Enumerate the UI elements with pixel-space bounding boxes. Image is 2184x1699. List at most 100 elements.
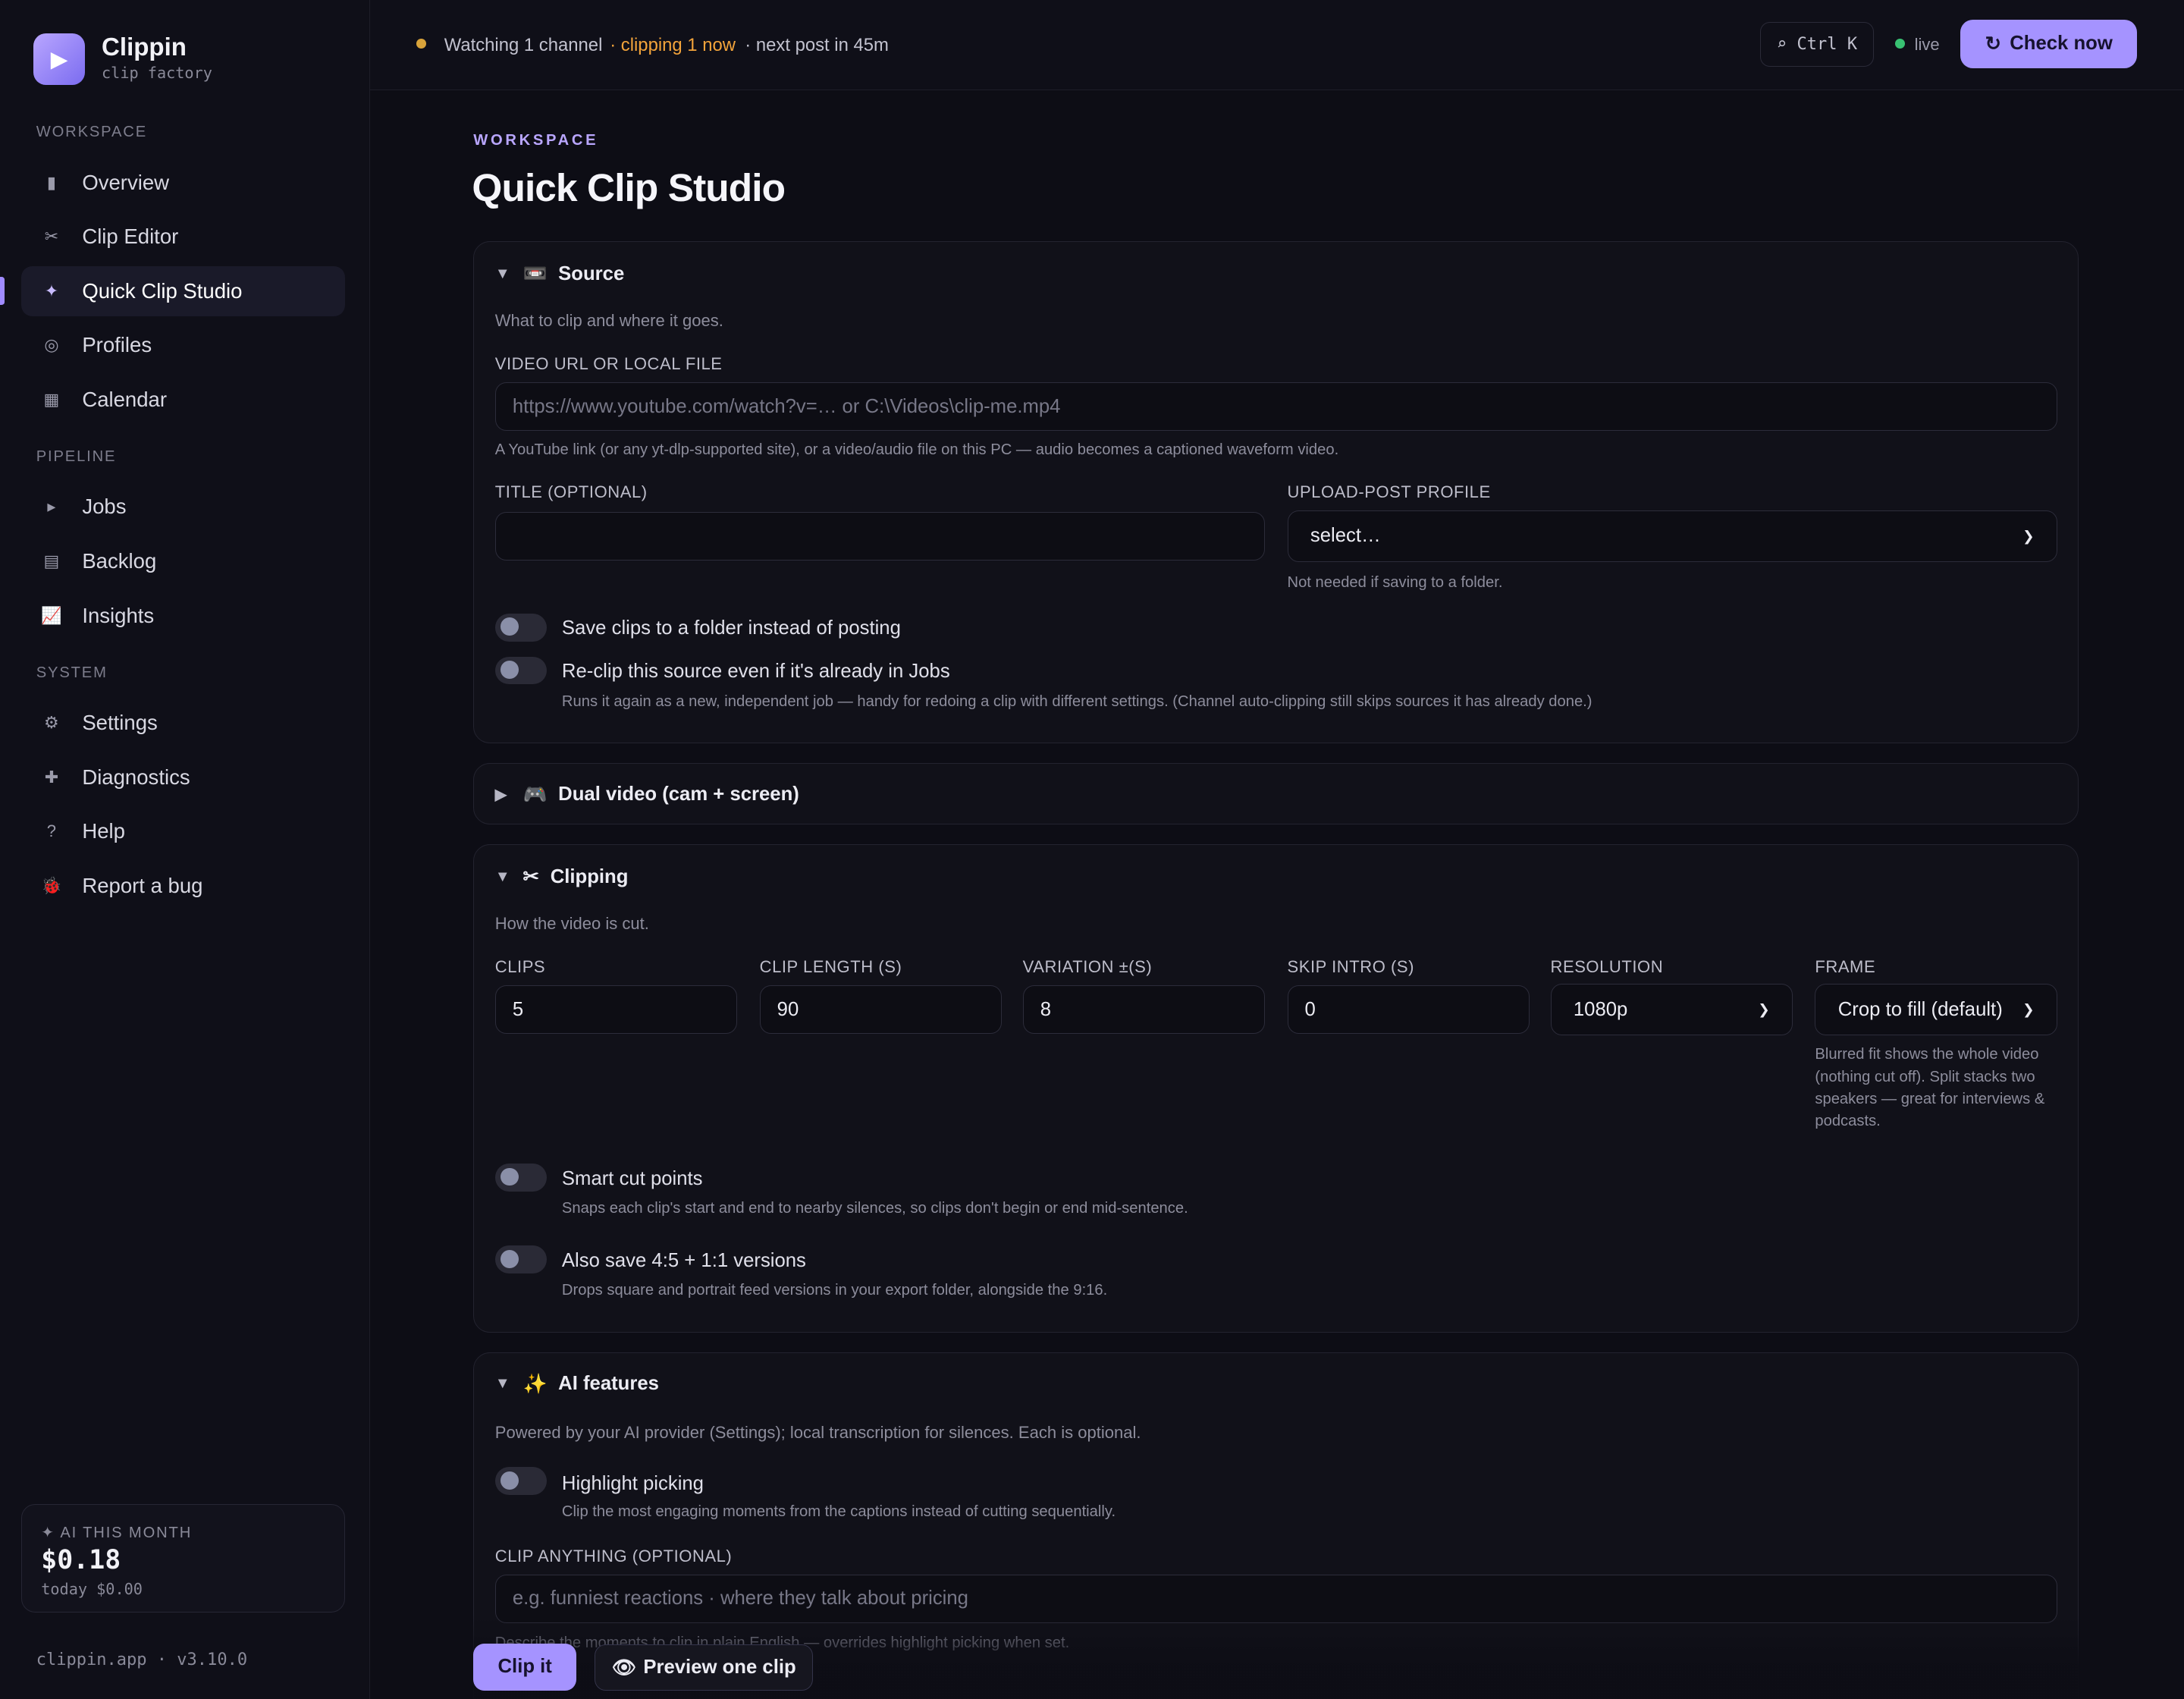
bug-icon: 🐞 — [41, 875, 62, 895]
title-input[interactable] — [494, 511, 1266, 561]
highlight-toggle[interactable] — [494, 1467, 547, 1496]
video-url-hint: A YouTube link (or any yt-dlp-supported … — [494, 441, 1339, 459]
chevron-down-icon: ▼ — [494, 1375, 510, 1393]
clipping-title: Clipping — [550, 865, 629, 887]
source-panel: ▼ 📼 Source What to clip and where it goes.… — [473, 240, 2079, 744]
page-eyebrow: WORKSPACE — [473, 132, 599, 149]
backlog-icon: ▤ — [43, 551, 60, 570]
sidebar-item-label: Settings — [82, 710, 158, 734]
ai-usage-card: ✦ AI THIS MONTH $0.18 today $0.00 — [20, 1503, 346, 1613]
smart-cut-label: Smart cut points — [561, 1167, 703, 1189]
check-now-label: Check now — [2010, 33, 2113, 55]
preview-label: Preview one clip — [643, 1657, 796, 1679]
reclip-label: Re-clip this source even if it's already… — [561, 661, 950, 683]
dual-video-panel[interactable]: ▶ 🎮 Dual video (cam + screen) — [473, 763, 2079, 824]
calendar-icon: ▦ — [43, 389, 60, 409]
frame-value: Crop to fill (default) — [1837, 998, 2003, 1020]
status-dot-icon — [416, 39, 426, 49]
status-clipping: · clipping 1 now — [610, 34, 736, 55]
clips-label: CLIPS — [494, 957, 546, 977]
reclip-toggle[interactable] — [494, 656, 547, 685]
sidebar-item-settings[interactable]: ⚙ Settings — [21, 698, 346, 748]
dual-video-header[interactable]: ▶ 🎮 Dual video (cam + screen) — [495, 784, 799, 806]
sidebar-item-diagnostics[interactable]: ✚ Diagnostics — [21, 752, 346, 802]
sidebar-item-jobs[interactable]: ▸ Jobs — [21, 482, 346, 532]
sidebar-item-label: Overview — [82, 170, 170, 194]
live-dot-icon — [1894, 39, 1905, 49]
source-description: What to clip and where it goes. — [494, 311, 723, 331]
app-tagline: clip factory — [102, 64, 212, 83]
sidebar-item-quick-clip-studio[interactable]: ✦ Quick Clip Studio — [20, 265, 346, 316]
sidebar-item-profiles[interactable]: ◎ Profiles — [21, 320, 346, 370]
sidebar-item-help[interactable]: ? Help — [21, 806, 346, 856]
clipping-panel-header[interactable]: ▼ ✂ Clipping — [495, 865, 629, 888]
page-title: Quick Clip Studio — [472, 165, 786, 209]
also-save-hint: Drops square and portrait feed versions … — [561, 1282, 1108, 1299]
status-watching: Watching 1 channel — [444, 34, 603, 55]
also-save-toggle[interactable] — [494, 1245, 547, 1274]
also-save-label: Also save 4:5 + 1:1 versions — [561, 1249, 806, 1271]
command-palette-button[interactable]: ⌕ Ctrl K — [1759, 22, 1875, 68]
title-label: TITLE (OPTIONAL) — [494, 482, 648, 502]
clip-anything-input[interactable]: e.g. funniest reactions · where they tal… — [494, 1574, 2057, 1623]
ai-features-title: AI features — [558, 1373, 659, 1395]
gear-icon: ⚙ — [44, 712, 59, 732]
sidebar-item-backlog[interactable]: ▤ Backlog — [21, 536, 346, 586]
variation-input[interactable]: 8 — [1022, 985, 1266, 1035]
sidebar-item-calendar[interactable]: ▦ Calendar — [21, 375, 346, 425]
smart-cut-hint: Snaps each clip's start and end to nearb… — [561, 1199, 1188, 1217]
sidebar-item-overview[interactable]: ▮ Overview — [21, 157, 346, 207]
ai-card-today: today $0.00 — [41, 1580, 143, 1599]
sidebar-item-label: Backlog — [82, 548, 157, 573]
section-workspace: WORKSPACE — [36, 124, 147, 141]
chevron-down-icon: ❯ — [2022, 527, 2035, 544]
video-url-input[interactable]: https://www.youtube.com/watch?v=… or C:\… — [494, 382, 2057, 432]
frame-select[interactable]: Crop to fill (default) ❯ — [1815, 984, 2057, 1036]
variation-label: VARIATION ±(S) — [1022, 957, 1153, 977]
chevron-down-icon: ❯ — [1758, 1001, 1770, 1018]
scissors-icon: ✂ — [44, 227, 59, 247]
dual-video-title: Dual video (cam + screen) — [558, 784, 799, 806]
profile-icon: ◎ — [44, 335, 59, 355]
resolution-label: RESOLUTION — [1550, 957, 1664, 977]
resolution-select[interactable]: 1080p ❯ — [1550, 984, 1793, 1036]
sidebar-item-insights[interactable]: 📈 Insights — [21, 590, 346, 640]
source-panel-header[interactable]: ▼ 📼 Source — [495, 262, 624, 285]
sidebar-item-label: Quick Clip Studio — [82, 278, 243, 303]
sidebar-item-label: Insights — [82, 603, 155, 627]
section-pipeline: PIPELINE — [36, 448, 117, 466]
sidebar-item-label: Profiles — [82, 333, 152, 357]
refresh-icon: ↻ — [1985, 33, 2002, 55]
save-folder-label: Save clips to a folder instead of postin… — [561, 617, 901, 639]
ai-card-title: ✦ AI THIS MONTH — [41, 1524, 193, 1541]
chevron-down-icon: ▼ — [494, 868, 510, 885]
smart-cut-toggle[interactable] — [494, 1164, 547, 1192]
version-label: clippin.app · v3.10.0 — [36, 1650, 248, 1669]
upload-profile-select[interactable]: select… ❯ — [1287, 510, 2057, 562]
sidebar: ▶ Clippin clip factory WORKSPACE ▮ Overvi… — [0, 0, 370, 1699]
frame-hint: Blurred fit shows the whole video (nothi… — [1815, 1046, 2045, 1130]
chevron-right-icon: ▶ — [494, 787, 507, 804]
sidebar-item-label: Report a bug — [82, 873, 203, 897]
section-system: SYSTEM — [36, 664, 108, 681]
video-url-label: VIDEO URL OR LOCAL FILE — [494, 354, 723, 374]
sidebar-item-label: Diagnostics — [82, 765, 190, 789]
ai-features-header[interactable]: ▼ ✨ AI features — [495, 1373, 659, 1396]
sidebar-item-report-bug[interactable]: 🐞 Report a bug — [21, 861, 346, 911]
gamepad-icon: 🎮 — [522, 784, 548, 806]
clipping-panel: ▼ ✂ Clipping How the video is cut. CLIPS 5… — [473, 843, 2079, 1333]
clip-anything-label: CLIP ANYTHING (OPTIONAL) — [494, 1547, 733, 1566]
save-folder-toggle[interactable] — [494, 613, 547, 642]
skip-intro-label: SKIP INTRO (S) — [1287, 957, 1415, 977]
clip-it-button[interactable]: Clip it — [473, 1643, 577, 1691]
sidebar-item-clip-editor[interactable]: ✂ Clip Editor — [21, 212, 346, 262]
clip-length-input[interactable]: 90 — [759, 985, 1003, 1035]
ai-features-description: Powered by your AI provider (Settings); … — [494, 1422, 1141, 1442]
help-icon: ? — [46, 821, 57, 841]
play-icon[interactable]: ▶ — [33, 33, 85, 85]
check-now-button[interactable]: ↻ Check now — [1960, 19, 2138, 68]
preview-one-clip-button[interactable]: 👁 Preview one clip — [595, 1644, 814, 1691]
skip-intro-input[interactable]: 0 — [1287, 985, 1530, 1035]
clips-input[interactable]: 5 — [494, 985, 738, 1035]
upload-profile-hint: Not needed if saving to a folder. — [1287, 573, 1503, 591]
